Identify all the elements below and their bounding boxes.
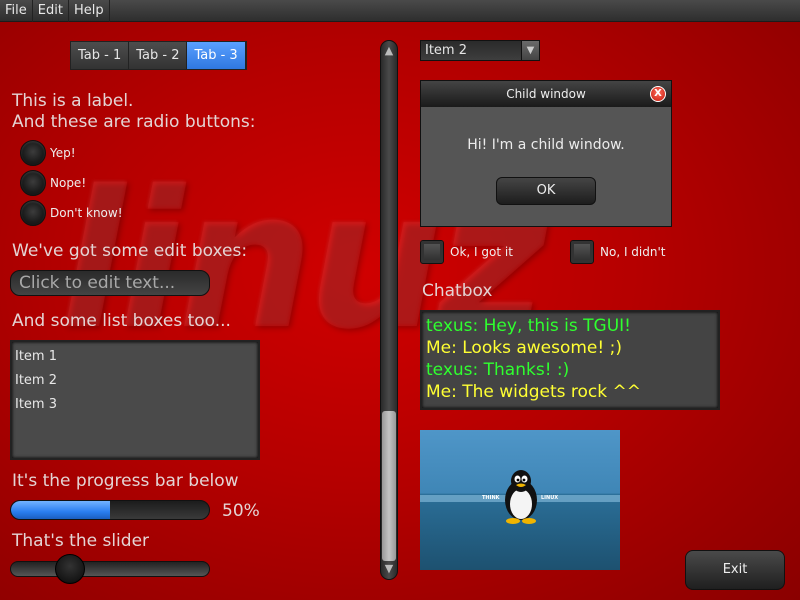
list-item[interactable]: Item 1 [12, 348, 258, 372]
progress-percent: 50% [222, 501, 260, 521]
radio-button[interactable] [20, 140, 46, 166]
child-window-titlebar[interactable]: Child window X [421, 81, 671, 107]
checkbox-label: Ok, I got it [450, 245, 513, 259]
radio-label: Nope! [50, 176, 87, 190]
intro-label-line1: This is a label. [12, 91, 134, 111]
list-item[interactable]: Item 2 [12, 372, 258, 396]
slider-track[interactable] [10, 561, 210, 577]
list-heading: And some list boxes too... [12, 311, 231, 331]
menu-edit[interactable]: Edit [33, 0, 69, 22]
combo-box[interactable]: Item 2 ▼ [420, 40, 540, 61]
combo-selected-value: Item 2 [425, 43, 467, 58]
progress-fill [11, 501, 110, 519]
chatbox[interactable]: texus: Hey, this is TGUI! Me: Looks awes… [420, 310, 720, 410]
chevron-down-icon[interactable]: ▼ [521, 41, 539, 60]
close-icon[interactable]: X [650, 86, 666, 102]
list-box[interactable]: Item 1 Item 2 Item 3 [10, 340, 260, 460]
checkbox-no-didnt[interactable]: No, I didn't [570, 240, 665, 264]
progress-bar [10, 500, 210, 520]
checkbox[interactable] [420, 240, 444, 264]
radio-label: Yep! [50, 146, 76, 160]
chat-line: texus: Thanks! :) [426, 360, 570, 380]
tux-penguin-icon [505, 470, 537, 524]
child-window: Child window X Hi! I'm a child window. O… [420, 80, 672, 227]
child-window-title: Child window [506, 87, 586, 101]
radio-button[interactable] [20, 200, 46, 226]
checkbox-label: No, I didn't [600, 245, 666, 259]
radio-option-dont-know[interactable]: Don't know! [20, 200, 123, 226]
radio-label: Don't know! [50, 206, 123, 220]
scroll-down-icon[interactable]: ▼ [381, 560, 397, 578]
picture-left-text: THINK [482, 495, 500, 501]
tab-3[interactable]: Tab - 3 [187, 42, 246, 69]
chatbox-heading: Chatbox [422, 281, 493, 301]
linux-picture: THINK LINUX [420, 430, 620, 570]
picture-right-text: LINUX [541, 495, 559, 501]
text-edit-box[interactable]: Click to edit text... [10, 270, 210, 296]
radio-option-nope[interactable]: Nope! [20, 170, 86, 196]
tab-bar: Tab - 1 Tab - 2 Tab - 3 [70, 41, 247, 70]
chat-line: Me: Looks awesome! ;) [426, 338, 622, 358]
slider-heading: That's the slider [12, 531, 150, 551]
child-window-body: Hi! I'm a child window. OK [421, 107, 671, 226]
vertical-scrollbar[interactable]: ▲ ▼ [380, 40, 398, 580]
slider-thumb[interactable] [55, 554, 85, 584]
menu-file[interactable]: File [0, 0, 33, 22]
radio-option-yep[interactable]: Yep! [20, 140, 76, 166]
exit-button[interactable]: Exit [685, 550, 785, 590]
ok-button[interactable]: OK [496, 177, 596, 205]
tab-2[interactable]: Tab - 2 [129, 42, 188, 69]
edit-heading: We've got some edit boxes: [12, 241, 248, 261]
menu-help[interactable]: Help [69, 0, 110, 22]
progress-heading: It's the progress bar below [12, 471, 239, 491]
menu-bar: File Edit Help [0, 0, 800, 22]
tab-1[interactable]: Tab - 1 [71, 42, 130, 69]
scrollbar-thumb[interactable] [382, 411, 396, 561]
chat-line: Me: The widgets rock ^^ [426, 382, 641, 402]
list-item[interactable]: Item 3 [12, 396, 258, 420]
checkbox[interactable] [570, 240, 594, 264]
radio-button[interactable] [20, 170, 46, 196]
scroll-up-icon[interactable]: ▲ [381, 42, 397, 60]
child-window-message: Hi! I'm a child window. [467, 137, 625, 153]
chat-line: texus: Hey, this is TGUI! [426, 316, 631, 336]
intro-label-line2: And these are radio buttons: [12, 112, 256, 132]
checkbox-ok-got-it[interactable]: Ok, I got it [420, 240, 513, 264]
